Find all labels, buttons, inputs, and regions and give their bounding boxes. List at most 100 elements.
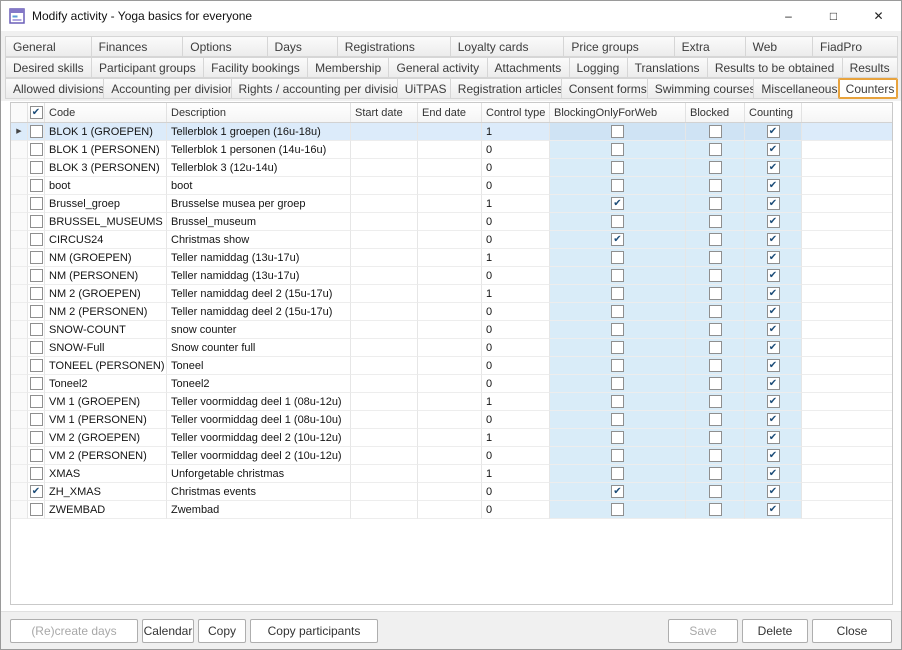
row-select-cell[interactable] [28, 177, 45, 195]
blocked-checkbox[interactable] [709, 143, 722, 156]
cell-blocked[interactable] [686, 213, 745, 231]
cell-code[interactable]: ZH_XMAS [45, 483, 167, 501]
button-re-create-days[interactable]: (Re)create days [10, 619, 138, 643]
column-header-blocking-only-for-web[interactable]: BlockingOnlyForWeb [550, 103, 686, 122]
counting-checkbox[interactable] [767, 125, 780, 138]
cell-counting[interactable] [745, 141, 802, 159]
tab-general[interactable]: General [5, 36, 92, 57]
blocking-only-for-web-checkbox[interactable] [611, 161, 624, 174]
cell-start-date[interactable] [351, 339, 418, 357]
cell-control-type[interactable]: 0 [482, 357, 550, 375]
row-select-checkbox[interactable] [30, 269, 43, 282]
cell-blocking-only-for-web[interactable] [550, 501, 686, 519]
cell-blocking-only-for-web[interactable] [550, 411, 686, 429]
blocking-only-for-web-checkbox[interactable] [611, 233, 624, 246]
grid-row-nm-2-personen[interactable]: NM 2 (PERSONEN)Teller namiddag deel 2 (1… [11, 303, 892, 321]
grid-row-nm-2-groepen[interactable]: NM 2 (GROEPEN)Teller namiddag deel 2 (15… [11, 285, 892, 303]
cell-end-date[interactable] [418, 249, 482, 267]
cell-code[interactable]: NM (GROEPEN) [45, 249, 167, 267]
blocked-checkbox[interactable] [709, 485, 722, 498]
cell-counting[interactable] [745, 159, 802, 177]
cell-blocking-only-for-web[interactable] [550, 141, 686, 159]
tab-extra[interactable]: Extra [674, 36, 746, 57]
tab-allowed-divisions[interactable]: Allowed divisions [5, 78, 104, 99]
cell-control-type[interactable]: 1 [482, 429, 550, 447]
cell-control-type[interactable]: 0 [482, 213, 550, 231]
row-select-checkbox[interactable] [30, 431, 43, 444]
cell-counting[interactable] [745, 393, 802, 411]
grid-row-nm-personen[interactable]: NM (PERSONEN)Teller namiddag (13u-17u)0 [11, 267, 892, 285]
cell-blocking-only-for-web[interactable] [550, 303, 686, 321]
cell-start-date[interactable] [351, 267, 418, 285]
cell-end-date[interactable] [418, 285, 482, 303]
blocked-checkbox[interactable] [709, 395, 722, 408]
row-select-checkbox[interactable] [30, 413, 43, 426]
blocking-only-for-web-checkbox[interactable] [611, 377, 624, 390]
cell-counting[interactable] [745, 339, 802, 357]
tab-membership[interactable]: Membership [307, 57, 389, 78]
cell-description[interactable]: Snow counter full [167, 339, 351, 357]
cell-code[interactable]: BLOK 1 (GROEPEN) [45, 123, 167, 141]
cell-code[interactable]: SNOW-Full [45, 339, 167, 357]
cell-counting[interactable] [745, 285, 802, 303]
cell-end-date[interactable] [418, 231, 482, 249]
blocking-only-for-web-checkbox[interactable] [611, 269, 624, 282]
row-select-checkbox[interactable] [30, 125, 43, 138]
cell-description[interactable]: Brusselse musea per groep [167, 195, 351, 213]
cell-blocking-only-for-web[interactable] [550, 357, 686, 375]
row-select-checkbox[interactable] [30, 251, 43, 264]
blocked-checkbox[interactable] [709, 503, 722, 516]
blocked-checkbox[interactable] [709, 197, 722, 210]
cell-end-date[interactable] [418, 141, 482, 159]
grid-row-brussel-museums[interactable]: BRUSSEL_MUSEUMSBrussel_museum0 [11, 213, 892, 231]
cell-end-date[interactable] [418, 411, 482, 429]
cell-description[interactable]: Tellerblok 1 personen (14u-16u) [167, 141, 351, 159]
counting-checkbox[interactable] [767, 269, 780, 282]
cell-start-date[interactable] [351, 393, 418, 411]
cell-end-date[interactable] [418, 195, 482, 213]
cell-code[interactable]: NM 2 (PERSONEN) [45, 303, 167, 321]
cell-control-type[interactable]: 0 [482, 177, 550, 195]
grid-row-blok-3-personen[interactable]: BLOK 3 (PERSONEN)Tellerblok 3 (12u-14u)0 [11, 159, 892, 177]
tab-loyalty-cards[interactable]: Loyalty cards [450, 36, 565, 57]
row-select-checkbox[interactable] [30, 359, 43, 372]
cell-control-type[interactable]: 0 [482, 411, 550, 429]
cell-code[interactable]: VM 2 (PERSONEN) [45, 447, 167, 465]
cell-counting[interactable] [745, 375, 802, 393]
blocking-only-for-web-checkbox[interactable] [611, 197, 624, 210]
row-select-cell[interactable] [28, 393, 45, 411]
row-select-checkbox[interactable] [30, 233, 43, 246]
cell-code[interactable]: TONEEL (PERSONEN) [45, 357, 167, 375]
cell-counting[interactable] [745, 447, 802, 465]
cell-blocked[interactable] [686, 429, 745, 447]
button-close[interactable]: Close [812, 619, 892, 643]
cell-code[interactable]: BLOK 3 (PERSONEN) [45, 159, 167, 177]
counting-checkbox[interactable] [767, 161, 780, 174]
cell-blocking-only-for-web[interactable] [550, 483, 686, 501]
blocking-only-for-web-checkbox[interactable] [611, 215, 624, 228]
cell-blocked[interactable] [686, 483, 745, 501]
grid-row-nm-groepen[interactable]: NM (GROEPEN)Teller namiddag (13u-17u)1 [11, 249, 892, 267]
cell-description[interactable]: snow counter [167, 321, 351, 339]
cell-end-date[interactable] [418, 339, 482, 357]
blocking-only-for-web-checkbox[interactable] [611, 413, 624, 426]
cell-blocking-only-for-web[interactable] [550, 123, 686, 141]
row-select-cell[interactable] [28, 339, 45, 357]
blocked-checkbox[interactable] [709, 161, 722, 174]
grid-row-toneel2[interactable]: Toneel2Toneel20 [11, 375, 892, 393]
cell-control-type[interactable]: 0 [482, 339, 550, 357]
cell-code[interactable]: BRUSSEL_MUSEUMS [45, 213, 167, 231]
counting-checkbox[interactable] [767, 503, 780, 516]
cell-start-date[interactable] [351, 285, 418, 303]
tab-uitpas[interactable]: UiTPAS [397, 78, 451, 99]
cell-control-type[interactable]: 0 [482, 141, 550, 159]
cell-code[interactable]: Toneel2 [45, 375, 167, 393]
counting-checkbox[interactable] [767, 251, 780, 264]
row-select-checkbox[interactable] [30, 503, 43, 516]
blocking-only-for-web-checkbox[interactable] [611, 287, 624, 300]
cell-description[interactable]: Teller namiddag deel 2 (15u-17u) [167, 303, 351, 321]
blocked-checkbox[interactable] [709, 341, 722, 354]
counting-checkbox[interactable] [767, 413, 780, 426]
blocked-checkbox[interactable] [709, 413, 722, 426]
cell-description[interactable]: Teller voormiddag deel 1 (08u-10u) [167, 411, 351, 429]
